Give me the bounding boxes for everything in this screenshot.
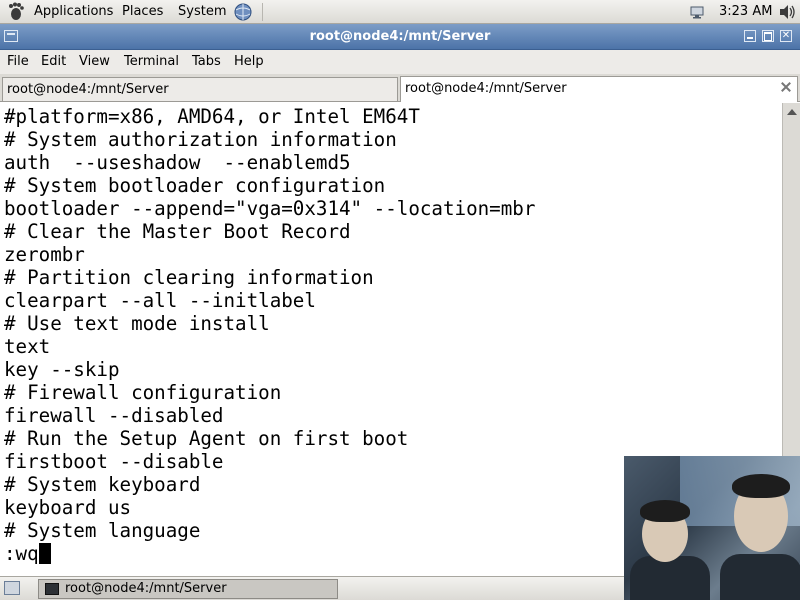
- tab-close-icon[interactable]: [781, 82, 791, 92]
- terminal-line: # Clear the Master Boot Record: [4, 220, 351, 243]
- taskbar-window-label: root@node4:/mnt/Server: [65, 581, 227, 596]
- menu-view[interactable]: View: [79, 54, 110, 69]
- terminal-line: # Run the Setup Agent on first boot: [4, 427, 409, 450]
- presenter-left-body: [630, 556, 710, 600]
- close-button[interactable]: ✕: [780, 30, 792, 42]
- volume-icon[interactable]: [778, 3, 796, 21]
- window-title: root@node4:/mnt/Server: [309, 29, 491, 44]
- presenter-right-body: [720, 554, 800, 600]
- terminal-line: # System keyboard: [4, 473, 201, 496]
- menu-edit[interactable]: Edit: [41, 54, 66, 69]
- system-menu[interactable]: System: [178, 4, 226, 19]
- menu-file[interactable]: File: [7, 54, 29, 69]
- top-panel: Applications Places System 3:23 AM: [0, 0, 800, 24]
- gnome-foot-icon[interactable]: [6, 2, 26, 22]
- terminal-line: key --skip: [4, 358, 120, 381]
- terminal-line: text: [4, 335, 51, 358]
- menu-help[interactable]: Help: [234, 54, 264, 69]
- terminal-line: # Partition clearing information: [4, 266, 374, 289]
- webcam-overlay: [624, 456, 800, 600]
- text-cursor: [38, 543, 51, 564]
- tab-terminal-1[interactable]: root@node4:/mnt/Server: [2, 77, 398, 101]
- presenter-left-hair: [640, 500, 690, 522]
- applications-menu[interactable]: Applications: [34, 4, 113, 19]
- presenter-right-hair: [732, 474, 790, 498]
- terminal-line: firewall --disabled: [4, 404, 224, 427]
- command-line[interactable]: :wq: [4, 542, 51, 565]
- taskbar-window-button[interactable]: root@node4:/mnt/Server: [38, 579, 338, 599]
- terminal-line: # System language: [4, 519, 201, 542]
- terminal-line: # Use text mode install: [4, 312, 270, 335]
- terminal-line: keyboard us: [4, 496, 132, 519]
- terminal-line: # System authorization information: [4, 128, 397, 151]
- window-titlebar[interactable]: root@node4:/mnt/Server ✕: [0, 24, 800, 50]
- menubar: File Edit View Terminal Tabs Help: [0, 50, 800, 74]
- places-menu[interactable]: Places: [122, 4, 163, 19]
- terminal-line: bootloader --append="vga=0x314" --locati…: [4, 197, 536, 220]
- tab-bar: root@node4:/mnt/Server root@node4:/mnt/S…: [0, 74, 800, 102]
- minimize-button[interactable]: [744, 30, 756, 42]
- terminal-line: zerombr: [4, 243, 85, 266]
- terminal-line: firstboot --disable: [4, 450, 224, 473]
- terminal-line: # System bootloader configuration: [4, 174, 386, 197]
- tab-label: root@node4:/mnt/Server: [7, 82, 169, 97]
- terminal-line: clearpart --all --initlabel: [4, 289, 316, 312]
- terminal-line: auth --useshadow --enablemd5: [4, 151, 351, 174]
- terminal-line: #platform=x86, AMD64, or Intel EM64T: [4, 105, 420, 128]
- maximize-button[interactable]: [762, 30, 774, 42]
- command-text: :wq: [4, 542, 39, 565]
- web-browser-icon[interactable]: [232, 2, 254, 22]
- show-desktop-icon[interactable]: [4, 581, 20, 595]
- panel-separator: [262, 3, 263, 21]
- clock[interactable]: 3:23 AM: [719, 4, 772, 19]
- terminal-line: # Firewall configuration: [4, 381, 282, 404]
- terminal-icon: [45, 583, 59, 595]
- scroll-up-icon[interactable]: [787, 109, 797, 115]
- network-icon[interactable]: [690, 5, 704, 19]
- tab-terminal-2[interactable]: root@node4:/mnt/Server: [400, 76, 798, 102]
- menu-terminal[interactable]: Terminal: [124, 54, 179, 69]
- tab-label: root@node4:/mnt/Server: [405, 81, 567, 96]
- menu-tabs[interactable]: Tabs: [192, 54, 221, 69]
